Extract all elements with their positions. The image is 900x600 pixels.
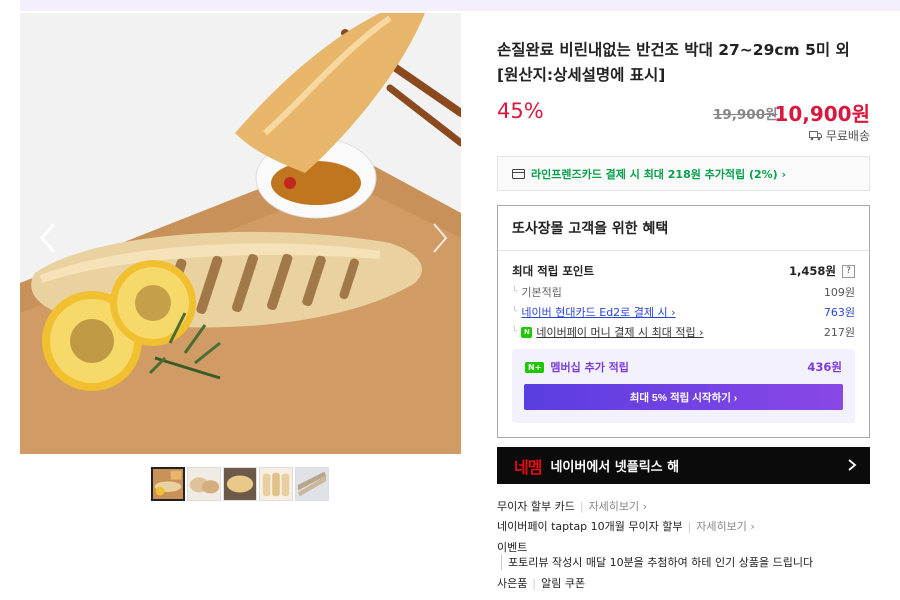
indent-icon: └	[512, 327, 518, 337]
top-banner-strip	[20, 0, 900, 11]
max-points-value: 1,458원	[789, 264, 836, 278]
gift-value: 알림 쿠폰	[541, 577, 586, 590]
indent-icon: └	[512, 307, 518, 317]
membership-panel: N+ 멤버십 추가 적립 436원 최대 5% 적립 시작하기 ›	[512, 349, 855, 423]
points-row-value: 763원	[823, 306, 855, 319]
divider: |	[532, 576, 537, 590]
original-price: 19,900원	[713, 107, 778, 123]
event-description: 포토리뷰 작성시 매달 10분을 추첨하여 하테 인기 상품을 드립니다	[501, 554, 813, 570]
thumbnail-image	[260, 468, 292, 500]
points-row-value: 217원	[823, 326, 855, 339]
sale-price: 10,900원	[774, 102, 870, 126]
chevron-left-icon	[40, 223, 56, 253]
npay-money-link[interactable]: 네이버페이 머니 결제 시 최대 적립 ›	[536, 324, 703, 340]
membership-value: 436원	[807, 360, 842, 374]
points-row-label: 기본적립	[521, 286, 562, 299]
max-points-label: 최대 적립 포인트	[512, 264, 595, 278]
installment-more-link[interactable]: 자세히보기 ›	[589, 498, 648, 514]
discount-rate: 45%	[497, 99, 544, 123]
thumbnail-image	[188, 468, 220, 500]
membership-label: 멤버십 추가 적립	[550, 361, 629, 374]
help-icon[interactable]: ?	[842, 264, 855, 278]
truck-icon	[808, 131, 822, 141]
points-row-npay-money: └ N 네이버페이 머니 결제 시 최대 적립 › 217원	[512, 324, 855, 340]
thumbnail-3[interactable]	[223, 467, 257, 501]
card-promo-text: 라인프렌즈카드 결제 시 최대 218원 추가적립 (2%) ›	[531, 167, 787, 181]
installment-row: 무이자 할부 카드 | 자세히보기 ›	[497, 498, 870, 514]
divider: |	[579, 499, 584, 513]
naver-plus-badge: N+	[525, 361, 545, 373]
thumbnail-image	[224, 468, 256, 500]
thumbnail-5[interactable]	[295, 467, 329, 501]
benefit-title: 또사장몰 고객을 위한 혜택	[512, 221, 669, 237]
thumbnail-4[interactable]	[259, 467, 293, 501]
card-promo-banner[interactable]: 라인프렌즈카드 결제 시 최대 218원 추가적립 (2%) ›	[497, 156, 870, 191]
event-row: 이벤트	[497, 539, 870, 555]
prev-image-arrow[interactable]	[34, 218, 64, 258]
taptap-label: 네이버페이 taptap 10개월 무이자 할부	[497, 520, 683, 533]
thumbnail-image	[153, 469, 183, 499]
netflix-banner-text: 네이버에서 넷플릭스 해	[550, 460, 680, 475]
taptap-more-link[interactable]: 자세히보기 ›	[696, 518, 755, 534]
divider: |	[687, 519, 692, 533]
benefit-box: 또사장몰 고객을 위한 혜택 최대 적립 포인트 1,458원 ? └ 기본적립 …	[497, 205, 870, 438]
chevron-right-icon	[848, 459, 857, 471]
thumbnail-strip	[151, 467, 329, 501]
next-image-arrow[interactable]	[424, 218, 454, 258]
thumbnail-image	[296, 468, 328, 500]
event-label: 이벤트	[497, 541, 528, 554]
naver-pay-icon: N	[521, 326, 533, 338]
gift-label: 사은품	[497, 577, 528, 590]
gift-row: 사은품 | 알림 쿠폰	[497, 575, 870, 591]
product-title: 손질완료 비린내없는 반건조 박대 27~29cm 5미 외 [원산지:상세설명…	[497, 41, 850, 84]
taptap-row: 네이버페이 taptap 10개월 무이자 할부 | 자세히보기 ›	[497, 518, 870, 534]
points-row-basic: └ 기본적립 109원	[512, 284, 855, 300]
membership-label-group: N+ 멤버십 추가 적립	[525, 359, 629, 375]
chevron-right-icon	[433, 223, 448, 253]
shipping-label: 무료배송	[825, 129, 870, 143]
points-row-hyundai-card: └ 네이버 현대카드 Ed2로 결제 시 › 763원	[512, 304, 855, 320]
max-points-row: 최대 적립 포인트 1,458원 ?	[512, 263, 855, 279]
product-main-image	[20, 13, 461, 454]
netflix-logo: 네멤	[514, 457, 542, 477]
installment-label: 무이자 할부 카드	[497, 500, 575, 513]
start-membership-button[interactable]: 최대 5% 적립 시작하기 ›	[524, 384, 843, 410]
shipping-info: 무료배송	[808, 127, 870, 144]
product-photo	[20, 13, 461, 454]
indent-icon: └	[512, 287, 518, 297]
thumbnail-1[interactable]	[151, 467, 185, 501]
points-row-value: 109원	[823, 286, 855, 299]
hyundai-card-link[interactable]: 네이버 현대카드 Ed2로 결제 시 ›	[521, 304, 675, 320]
credit-card-icon	[512, 168, 525, 179]
divider	[498, 250, 869, 251]
thumbnail-2[interactable]	[187, 467, 221, 501]
netflix-banner[interactable]: 네멤 네이버에서 넷플릭스 해	[497, 447, 870, 484]
